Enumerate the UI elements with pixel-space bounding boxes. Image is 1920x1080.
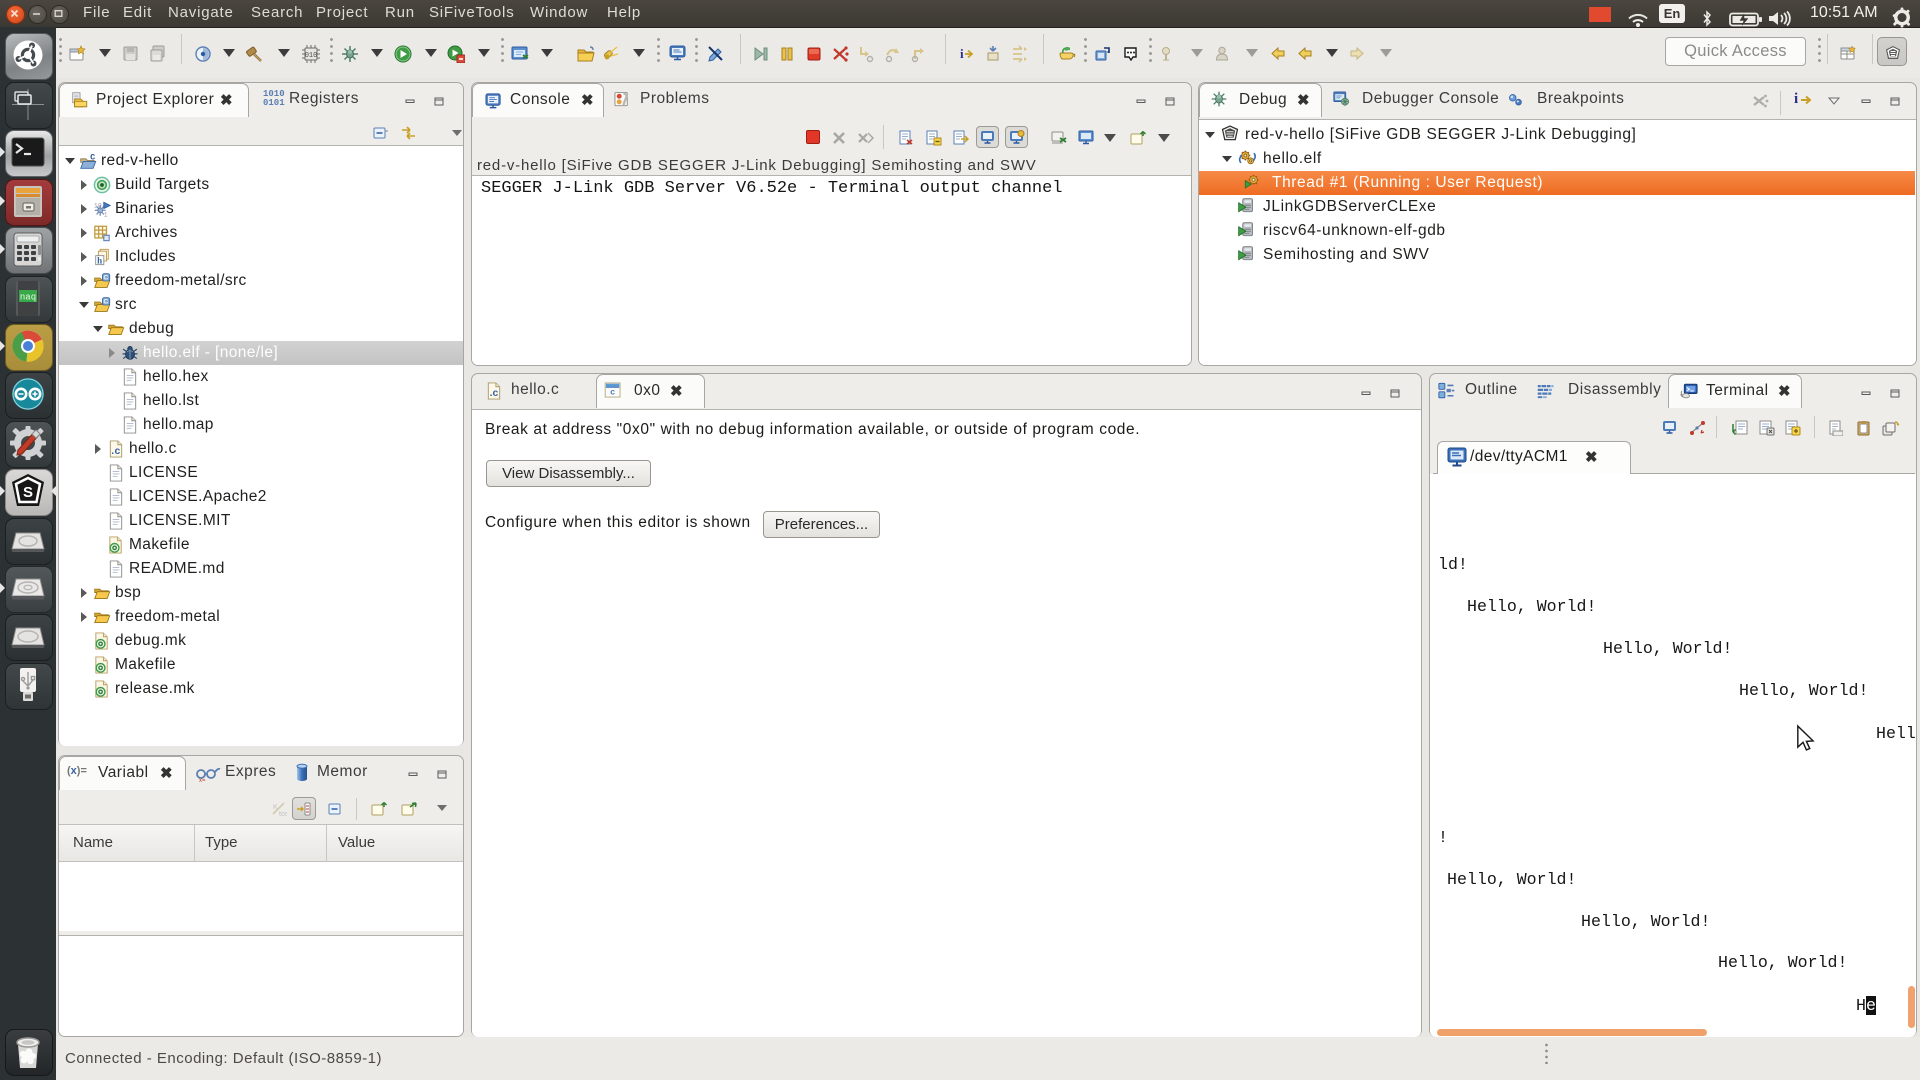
svg-text:C: C <box>103 275 108 282</box>
svg-text:x=: x= <box>199 778 206 783</box>
svg-text:C: C <box>90 153 95 163</box>
svg-text:K: K <box>273 804 278 811</box>
svg-text:tos: tos <box>279 811 287 817</box>
svg-text:S: S <box>23 484 33 501</box>
svg-text:010: 010 <box>305 52 318 60</box>
svg-text:naq: naq <box>20 293 36 303</box>
svg-text:1: 1 <box>104 212 108 218</box>
svg-text:h: h <box>97 255 102 265</box>
svg-text:C: C <box>103 299 108 306</box>
svg-text:i: i <box>960 46 964 61</box>
svg-text:.c: .c <box>111 446 120 457</box>
svg-text:.c: .c <box>490 388 499 399</box>
svg-text:c: c <box>610 387 615 397</box>
